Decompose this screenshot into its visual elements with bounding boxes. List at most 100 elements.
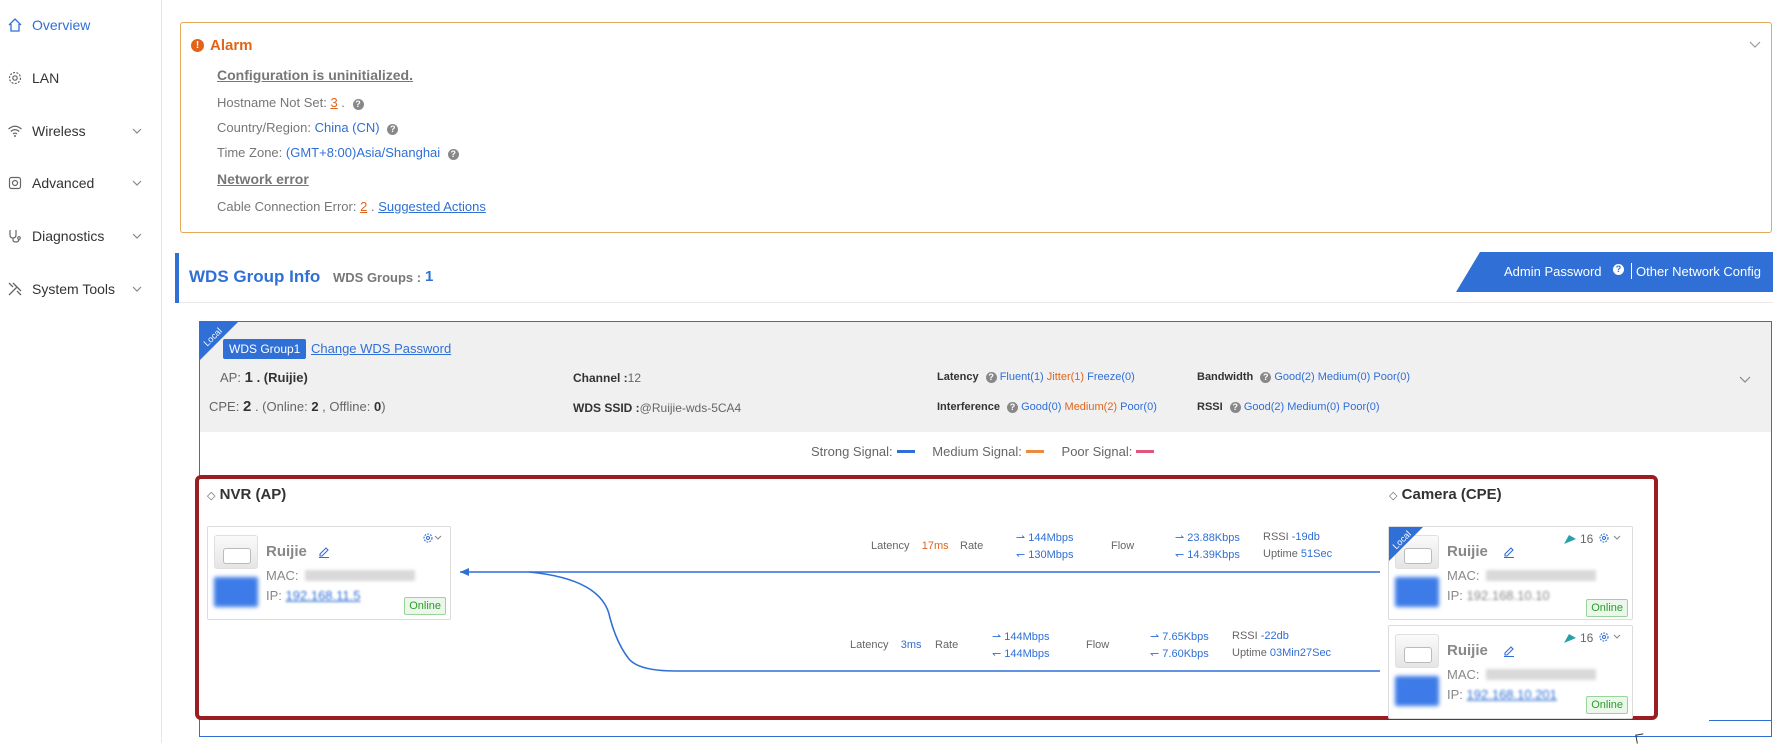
sidebar-item-lan[interactable]: LAN — [6, 64, 154, 92]
warning-icon: ! — [191, 39, 204, 52]
sidebar-item-wireless[interactable]: Wireless — [6, 117, 154, 145]
change-wds-password-link[interactable]: Change WDS Password — [311, 341, 451, 356]
device-name: Ruijie — [266, 543, 307, 560]
link-2-rate-tx: ⇀ 144Mbps — [992, 631, 1050, 643]
topology-area: ◇ NVR (AP) ◇ Camera (CPE) Ruijie MAC: IP… — [195, 475, 1658, 720]
link-1-flow-rx: ↽ 14.39Kbps — [1175, 549, 1240, 561]
sidebar-item-label: Wireless — [32, 123, 86, 139]
tools-icon — [6, 280, 24, 298]
help-icon[interactable]: ? — [1007, 402, 1019, 413]
help-icon[interactable]: ? — [352, 99, 364, 110]
status-badge: Online — [1586, 696, 1628, 714]
device-avatar — [1395, 577, 1439, 607]
mac-row: MAC: — [1447, 568, 1596, 583]
sidebar-item-label: LAN — [32, 70, 60, 86]
help-icon[interactable]: ? — [1260, 372, 1272, 383]
sidebar-item-system-tools[interactable]: System Tools — [6, 275, 154, 303]
link-2-latency: Latency 3ms — [850, 639, 922, 651]
legend-strong-label: Strong Signal: — [811, 444, 893, 459]
signal-icon — [1563, 532, 1577, 550]
hostname-row: Hostname Not Set: 3 . ? — [217, 95, 364, 110]
home-icon — [6, 16, 24, 34]
legend-poor-swatch — [1136, 450, 1155, 453]
settings-gear-icon[interactable] — [1598, 630, 1624, 648]
legend-strong-swatch — [896, 450, 915, 453]
section-accent-bar — [175, 253, 179, 303]
help-icon[interactable]: ? — [387, 124, 399, 135]
link-1-rate-rx: ↽ 130Mbps — [1016, 549, 1074, 561]
help-icon[interactable]: ? — [447, 149, 459, 160]
wifi-icon — [6, 122, 24, 140]
edit-icon[interactable] — [1503, 545, 1515, 563]
device-name: Ruijie — [1447, 642, 1488, 659]
cable-label: Cable Connection Error: — [217, 199, 357, 214]
help-icon[interactable]: ? — [1613, 264, 1624, 275]
ssid-summary: WDS SSID :@Ruijie-wds-5CA4 — [573, 401, 742, 415]
chevron-down-icon — [132, 175, 142, 191]
legend-poor-label: Poor Signal: — [1061, 444, 1133, 459]
help-icon[interactable]: ? — [985, 372, 997, 383]
ip-link[interactable]: 192.168.11.5 — [286, 588, 361, 603]
status-badge: Online — [404, 597, 446, 615]
device-avatar — [214, 577, 258, 607]
redacted-mac — [304, 570, 415, 581]
ip-row: IP: 192.168.10.10 — [1447, 588, 1550, 603]
chevron-down-icon[interactable] — [1739, 372, 1751, 390]
link-1-rssi: RSSI -19db — [1263, 531, 1320, 543]
link-2-flow-rx: ↽ 7.60Kbps — [1150, 648, 1209, 660]
collapse-chevron-icon[interactable] — [1749, 37, 1761, 55]
alarm-panel: ! Alarm Configuration is uninitialized. … — [180, 22, 1772, 233]
help-icon[interactable]: ? — [1229, 402, 1241, 413]
device-name: Ruijie — [1447, 543, 1488, 560]
ap-summary: AP: 1 . (Ruijie) — [220, 369, 308, 386]
hostname-count-link[interactable]: 3 — [330, 95, 337, 110]
device-avatar — [1395, 676, 1439, 706]
timezone-label: Time Zone: — [217, 145, 283, 160]
alarm-title-row: ! Alarm — [191, 37, 253, 54]
rssi-summary: RSSI ? Good(2) Medium(0) Poor(0) — [1197, 401, 1380, 413]
link-1-flow-tx: ⇀ 23.88Kbps — [1175, 532, 1240, 544]
ip-link[interactable]: 192.168.10.201 — [1467, 687, 1557, 702]
wds-groups-label: WDS Groups : — [333, 270, 422, 285]
sidebar-item-advanced[interactable]: Advanced — [6, 169, 154, 197]
cog-icon — [6, 174, 24, 192]
edit-icon[interactable] — [318, 545, 330, 563]
channel-summary: Channel :12 — [573, 371, 642, 385]
interference-summary: Interference ? Good(0) Medium(2) Poor(0) — [937, 401, 1157, 413]
edit-icon[interactable] — [1503, 644, 1515, 662]
redacted-mac — [1485, 669, 1596, 680]
cpe-device-card[interactable]: Local Ruijie 16 MAC: IP: 192.168.10.10 O… — [1388, 526, 1633, 620]
sidebar-item-diagnostics[interactable]: Diagnostics — [6, 222, 154, 250]
link-1-rate-label: Rate — [960, 540, 984, 552]
ip-row: IP: 192.168.11.5 — [266, 588, 361, 603]
device-image — [214, 535, 258, 569]
signal-icon — [1563, 631, 1577, 649]
cpe-device-card[interactable]: Ruijie 16 MAC: IP: 192.168.10.201 Online — [1388, 625, 1633, 719]
link-1-latency: Latency 17ms — [871, 540, 949, 552]
country-row: Country/Region: China (CN) ? — [217, 120, 399, 135]
sidebar-item-label: Diagnostics — [32, 228, 105, 244]
device-image — [1395, 634, 1439, 668]
stethoscope-icon — [6, 227, 24, 245]
chevron-down-icon — [132, 228, 142, 244]
other-network-config-button[interactable]: Other Network Config — [1636, 264, 1761, 279]
link-1-flow-label: Flow — [1111, 540, 1135, 552]
admin-password-button[interactable]: Admin Password — [1504, 264, 1602, 279]
link-2-uptime: Uptime 03Min27Sec — [1232, 647, 1332, 659]
ip-row: IP: 192.168.10.201 — [1447, 687, 1557, 702]
suggested-actions-link[interactable]: Suggested Actions — [378, 199, 486, 214]
wds-title: WDS Group Info — [189, 267, 321, 286]
ap-device-card[interactable]: Ruijie MAC: IP: 192.168.11.5 Online — [207, 526, 451, 620]
sidebar-item-label: Advanced — [32, 175, 95, 191]
latency-summary: Latency ? Fluent(1) Jitter(1) Freeze(0) — [937, 371, 1135, 383]
settings-gear-icon[interactable] — [1598, 531, 1624, 549]
settings-gear-icon[interactable] — [422, 531, 442, 549]
wds-groups-count: 1 — [425, 268, 434, 285]
legend-medium-label: Medium Signal: — [932, 444, 1022, 459]
mouse-cursor-icon — [1635, 733, 1645, 744]
bandwidth-summary: Bandwidth ? Good(2) Medium(0) Poor(0) — [1197, 371, 1411, 383]
link-2-rate-rx: ↽ 144Mbps — [992, 648, 1050, 660]
sidebar-item-overview[interactable]: Overview — [6, 11, 154, 39]
network-error-heading: Network error — [217, 171, 309, 187]
link-1-rate-tx: ⇀ 144Mbps — [1016, 532, 1074, 544]
